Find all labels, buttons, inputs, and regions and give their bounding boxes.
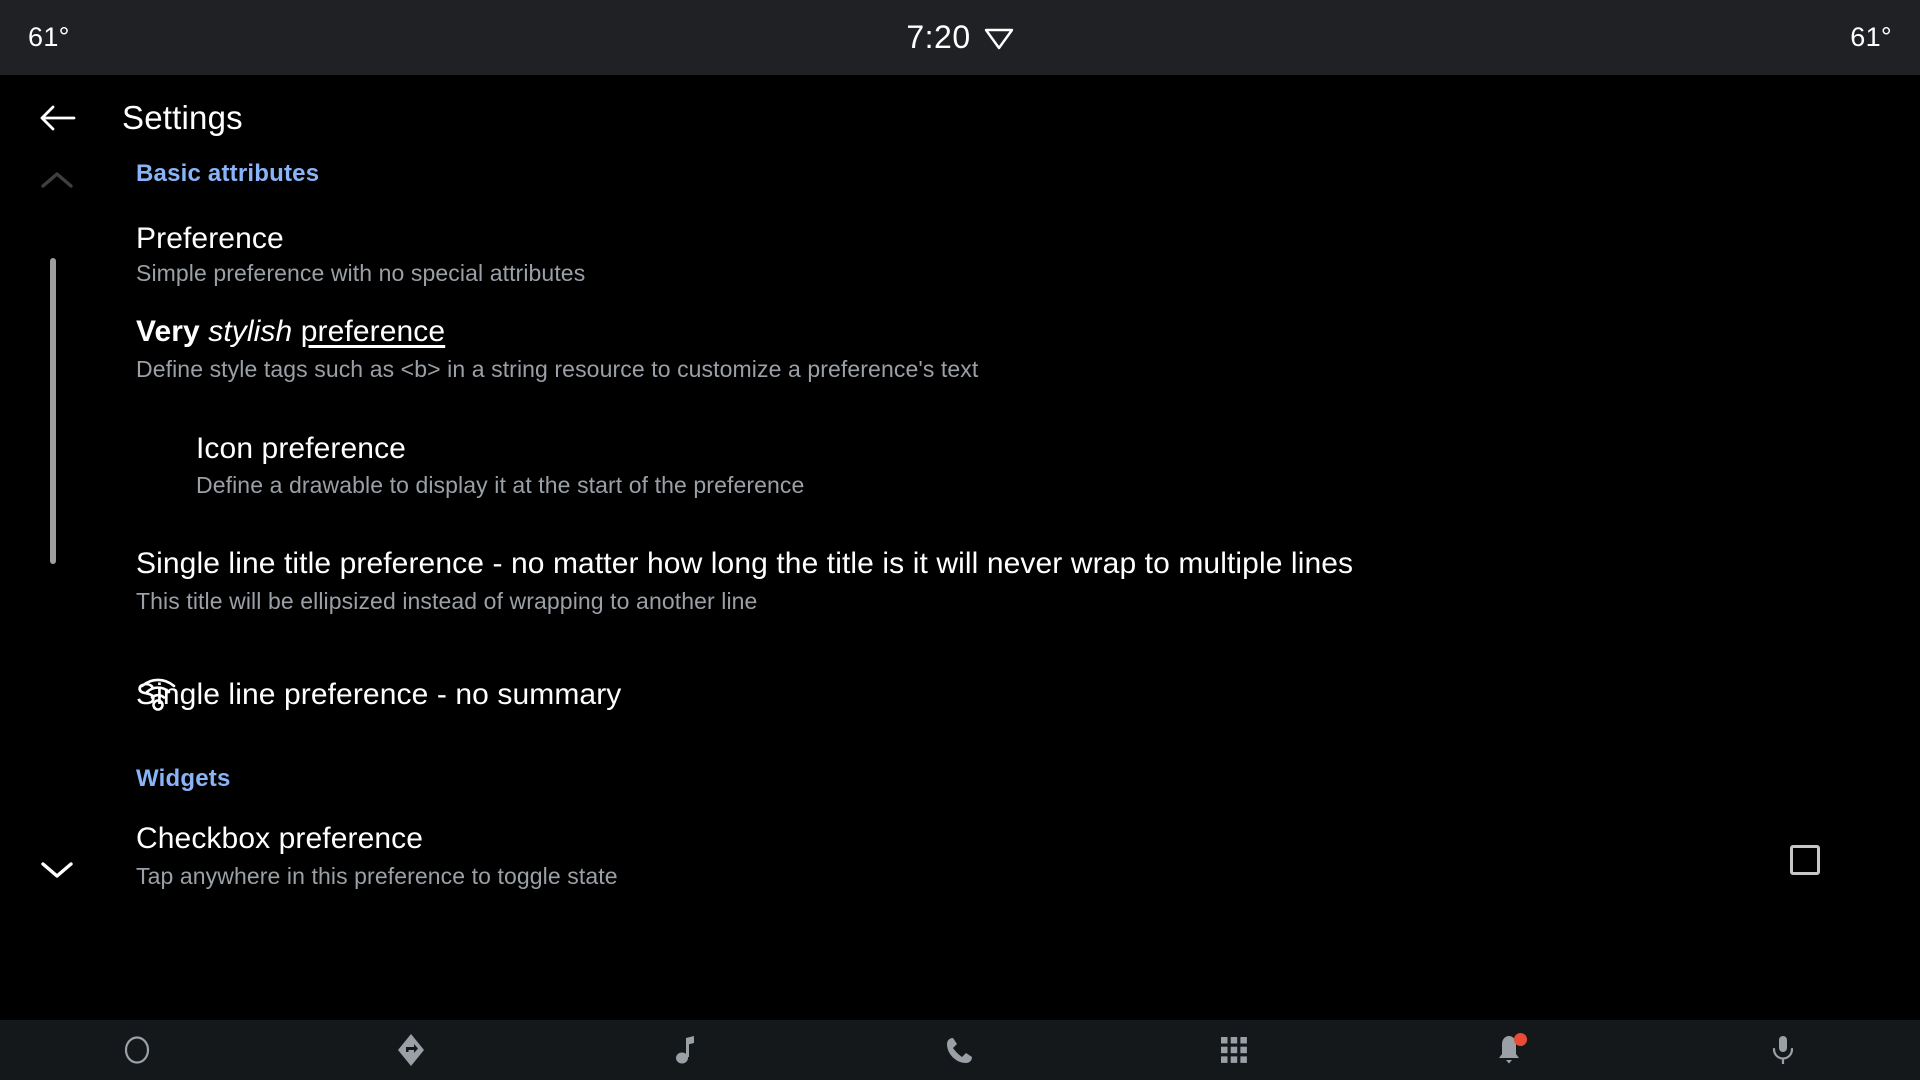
nav-item-phone[interactable] [823,1020,1097,1080]
stylish-title-bold: Very [136,315,200,348]
preference-summary-single-line-title: This title will be ellipsized instead of… [136,588,758,614]
preference-title-checkbox[interactable]: Checkbox preference [136,822,423,856]
status-right-temperature: 61° [1850,22,1892,52]
microphone-icon [1770,1034,1796,1066]
scrollbar-thumb[interactable] [50,258,56,564]
preference-summary-checkbox: Tap anywhere in this preference to toggl… [136,863,618,889]
nav-item-apps[interactable] [1097,1020,1371,1080]
preference-list[interactable]: Basic attributes Preference Simple prefe… [0,160,1920,1020]
page-title: Settings [122,98,243,136]
section-expand-chevron-down[interactable] [32,850,82,890]
nav-item-notifications[interactable] [1371,1020,1645,1080]
stylish-title-underline: preference [300,315,446,348]
preference-summary-icon: Define a drawable to display it at the s… [196,472,805,498]
section-header-widgets[interactable]: Widgets [136,765,231,793]
nav-item-music[interactable] [549,1020,823,1080]
section-collapse-chevron-up[interactable] [32,160,82,200]
phone-icon [945,1035,975,1065]
stylish-title-italic: stylish [208,315,293,348]
nav-item-navigation[interactable] [274,1020,548,1080]
preference-title-single-line-title[interactable]: Single line title preference - no matter… [136,547,1353,581]
preference-summary-stylish: Define style tags such as <b> in a strin… [136,356,979,382]
preference-title-single-line-no-summary[interactable]: Single line preference - no summary [136,678,621,712]
home-circle-icon [122,1035,152,1065]
bottom-navigation-bar [0,1020,1920,1080]
section-header-basic-attributes[interactable]: Basic attributes [136,160,319,188]
stylish-title-space1 [200,315,208,348]
preference-title-simple[interactable]: Preference [136,222,284,256]
music-note-icon [673,1034,699,1066]
chevron-up-icon [38,167,76,193]
nav-item-home[interactable] [0,1020,274,1080]
notification-badge [1514,1033,1528,1046]
nav-item-assistant[interactable] [1646,1020,1920,1080]
status-left-temperature: 61° [28,22,70,52]
back-button[interactable] [24,85,90,151]
checkbox-preference-toggle[interactable] [1790,845,1820,875]
chevron-down-icon [38,857,76,883]
arrow-back-icon [38,101,76,135]
navigation-arrow-icon [395,1033,427,1067]
stylish-title-space2 [292,315,300,348]
toolbar: Settings [0,75,1920,160]
status-bar: 61° 61° [0,0,1920,75]
apps-grid-icon [1220,1036,1248,1064]
preference-title-icon[interactable]: Icon preference [196,432,406,466]
preference-summary-simple: Simple preference with no special attrib… [136,260,586,286]
preference-title-stylish[interactable]: Very stylish preference [136,315,445,349]
